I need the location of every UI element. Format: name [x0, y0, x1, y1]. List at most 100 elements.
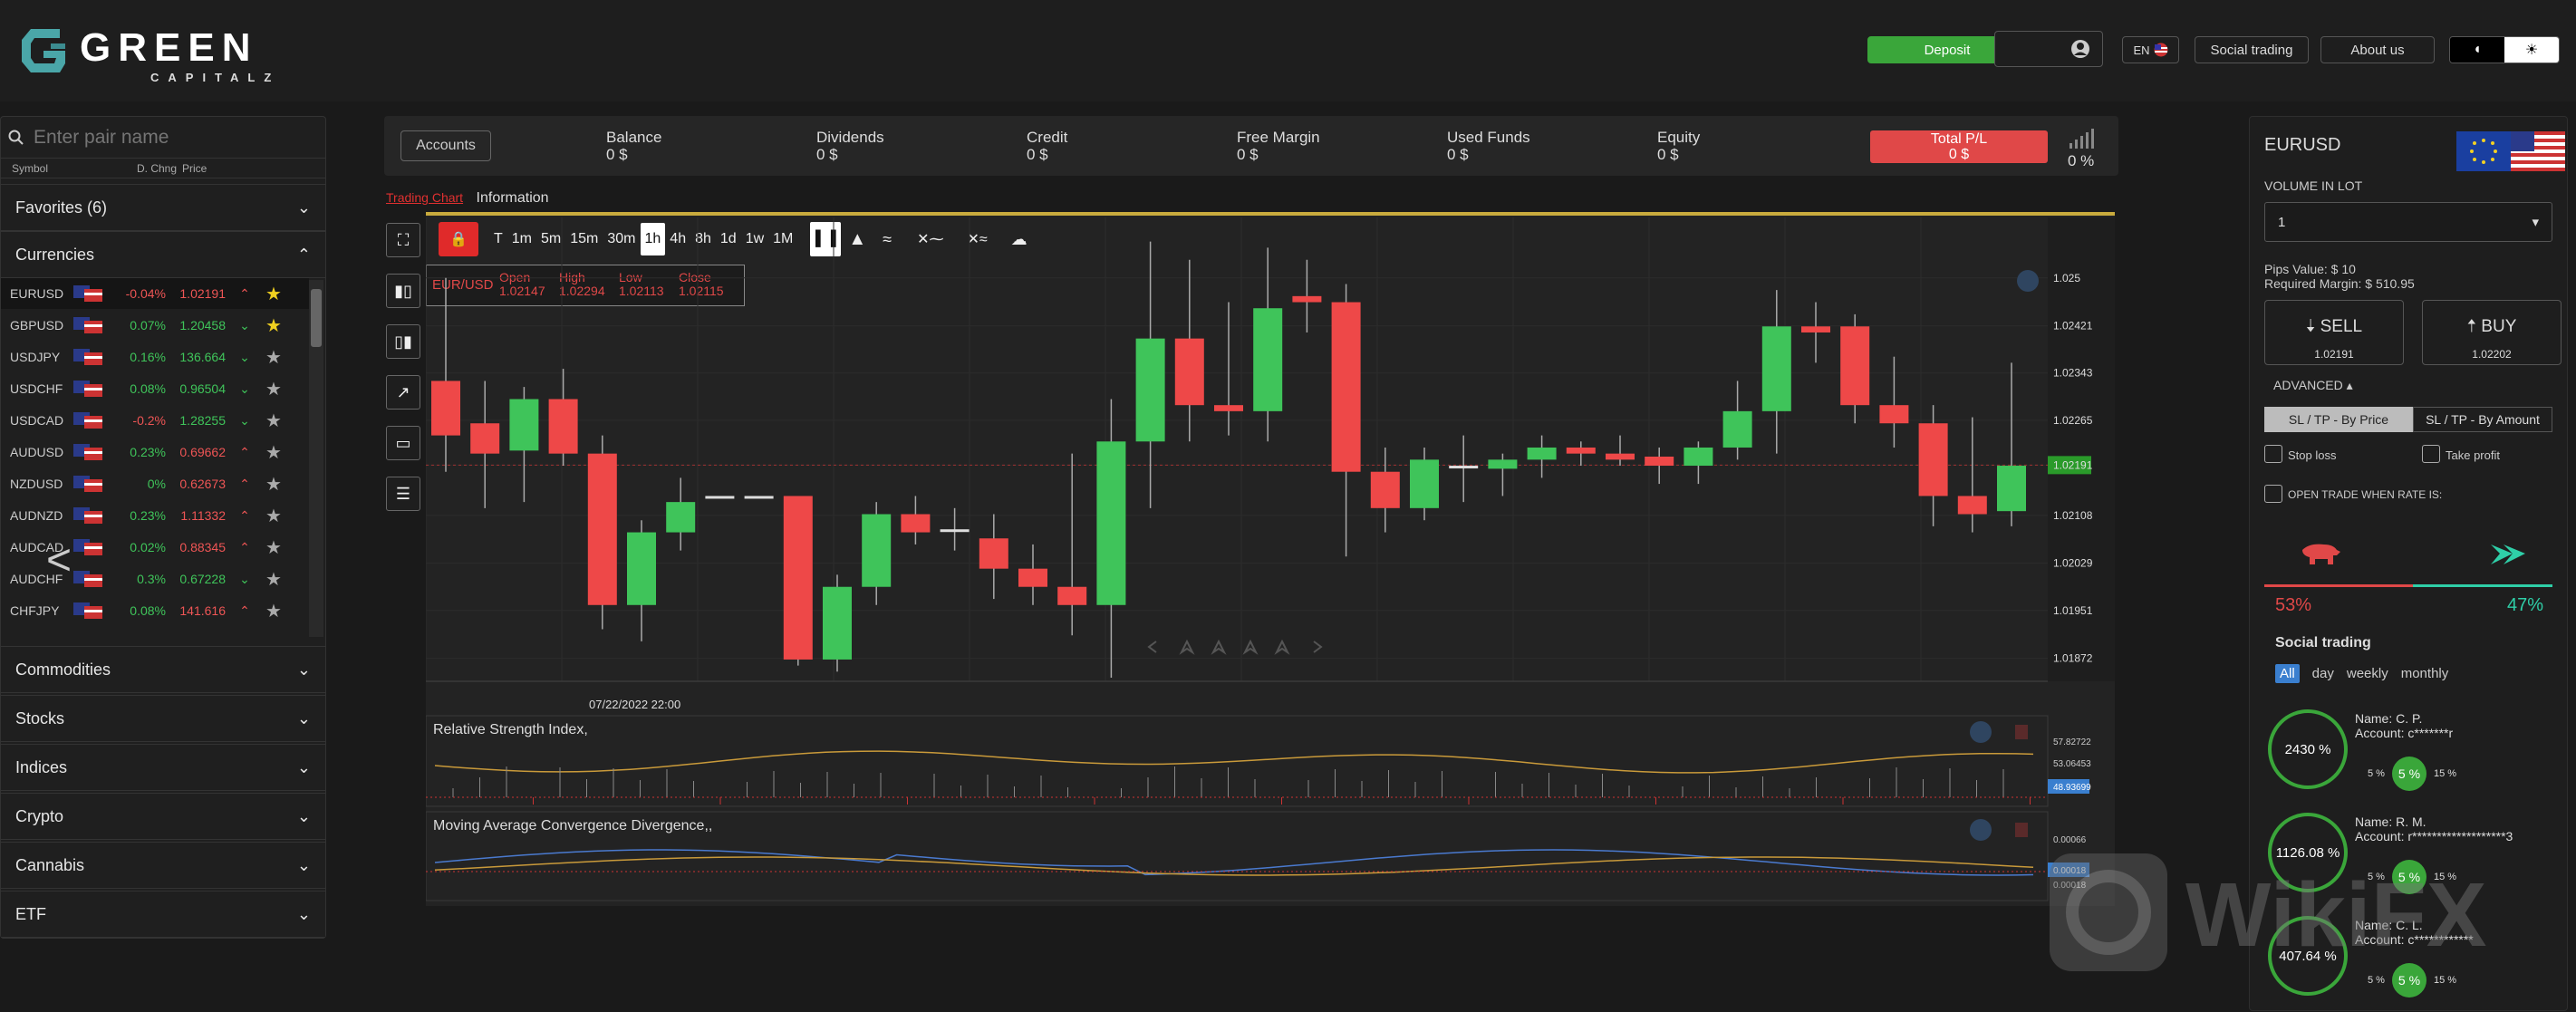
- tab-information[interactable]: Information: [477, 190, 549, 206]
- chart-nav-icons[interactable]: [1147, 639, 1323, 655]
- volume-select[interactable]: 1 ▾: [2264, 202, 2552, 242]
- rsi-delete-icon[interactable]: [2015, 725, 2028, 739]
- favorite-star-icon[interactable]: ★: [260, 346, 287, 369]
- candle[interactable]: [1684, 441, 1713, 485]
- tab-sltp-by-amount[interactable]: SL / TP - By Amount: [2413, 407, 2552, 432]
- rectangle-icon[interactable]: ▭: [386, 426, 420, 460]
- sell-button[interactable]: 🠣 SELL 1.02191: [2264, 300, 2404, 365]
- about-us-button[interactable]: About us: [2320, 36, 2435, 63]
- candle[interactable]: [705, 496, 735, 499]
- candle[interactable]: [823, 574, 852, 672]
- trendline-icon[interactable]: ↗: [386, 375, 420, 410]
- favorite-star-icon[interactable]: ★: [260, 600, 287, 622]
- candle[interactable]: [666, 477, 696, 551]
- group-etf[interactable]: ETF ⌄: [1, 891, 325, 938]
- moon-icon[interactable]: ◖: [2450, 37, 2504, 63]
- candle[interactable]: [1253, 247, 1283, 442]
- chevron-up-icon[interactable]: ⌃: [229, 603, 260, 619]
- chevron-up-icon[interactable]: ⌃: [229, 477, 260, 492]
- scrollbar-thumb[interactable]: [311, 289, 322, 347]
- social-trading-button[interactable]: Social trading: [2195, 36, 2309, 63]
- chevron-down-icon[interactable]: ⌄: [229, 572, 260, 587]
- candle[interactable]: [1096, 399, 1126, 678]
- theme-toggle[interactable]: ◖ ☀: [2449, 36, 2560, 63]
- candle[interactable]: [1174, 259, 1204, 442]
- candle[interactable]: [627, 520, 656, 641]
- favorite-star-icon[interactable]: ★: [260, 568, 287, 591]
- candle[interactable]: [783, 496, 813, 666]
- candle[interactable]: [587, 435, 617, 630]
- trader-card[interactable]: 2430 % Name: C. P. Account: c*******r 5 %…: [2268, 706, 2558, 805]
- rsi-settings-icon[interactable]: [1970, 721, 1992, 743]
- sun-icon[interactable]: ☀: [2504, 37, 2559, 63]
- pair-row-audusd[interactable]: AUDUSD 0.23% 0.69662 ⌃ ★: [1, 437, 309, 467]
- pair-row-usdjpy[interactable]: USDJPY 0.16% 136.664 ⌄ ★: [1, 342, 309, 372]
- candle[interactable]: [744, 496, 774, 499]
- candle[interactable]: [1449, 435, 1479, 503]
- favorite-star-icon[interactable]: ★: [260, 536, 287, 559]
- horizontal-lines-icon[interactable]: ☰: [386, 477, 420, 511]
- pair-search-input[interactable]: [34, 126, 305, 149]
- accounts-button[interactable]: Accounts: [400, 130, 491, 161]
- currencies-group[interactable]: Currencies ⌃: [1, 231, 325, 278]
- tab-trading-chart[interactable]: Trading Chart: [386, 190, 463, 205]
- candle[interactable]: [1840, 313, 1870, 424]
- candle[interactable]: [1410, 447, 1439, 521]
- candle[interactable]: [1997, 362, 2026, 526]
- chevron-up-icon[interactable]: ⌃: [229, 445, 260, 460]
- tab-monthly[interactable]: monthly: [2401, 664, 2449, 683]
- chevron-down-icon[interactable]: ⌄: [229, 350, 260, 365]
- favorite-star-icon[interactable]: ★: [260, 505, 287, 527]
- chevron-up-icon[interactable]: ⌃: [229, 508, 260, 524]
- chart-settings-icon[interactable]: [2017, 270, 2039, 292]
- candle[interactable]: [1722, 381, 1752, 460]
- tab-weekly[interactable]: weekly: [2347, 664, 2388, 683]
- candle[interactable]: [548, 369, 578, 467]
- candle[interactable]: [470, 381, 500, 508]
- pair-list-scrollbar[interactable]: [309, 280, 323, 637]
- group-cannabis[interactable]: Cannabis ⌄: [1, 842, 325, 889]
- tab-all[interactable]: All: [2275, 664, 2300, 683]
- pair-row-chfjpy[interactable]: CHFJPY 0.08% 141.616 ⌃ ★: [1, 595, 309, 626]
- candle[interactable]: [1135, 241, 1165, 508]
- candle[interactable]: [1879, 356, 1909, 448]
- fullscreen-icon[interactable]: ⛶: [386, 223, 420, 257]
- pair-row-gbpusd[interactable]: GBPUSD 0.07% 1.20458 ⌄ ★: [1, 310, 309, 341]
- chevron-left-icon[interactable]: <: [46, 535, 72, 585]
- macd-delete-icon[interactable]: [2015, 823, 2028, 837]
- candle[interactable]: [901, 496, 931, 545]
- take-profit-checkbox[interactable]: [2422, 445, 2440, 463]
- favorite-star-icon[interactable]: ★: [260, 410, 287, 432]
- candle[interactable]: [1801, 302, 1830, 363]
- language-selector[interactable]: EN: [2122, 36, 2179, 63]
- pair-row-usdchf[interactable]: USDCHF 0.08% 0.96504 ⌄ ★: [1, 373, 309, 404]
- candles-tool-icon[interactable]: ▮▯: [386, 274, 420, 308]
- stop-loss-checkbox[interactable]: [2264, 445, 2282, 463]
- candle[interactable]: [1292, 259, 1322, 333]
- chevron-down-icon[interactable]: ⌄: [229, 381, 260, 397]
- group-commodities[interactable]: Commodities ⌄: [1, 646, 325, 693]
- candle[interactable]: [431, 277, 460, 472]
- candle[interactable]: [1606, 435, 1635, 467]
- candle[interactable]: [862, 502, 892, 605]
- pair-row-nzdusd[interactable]: NZDUSD 0% 0.62673 ⌃ ★: [1, 468, 309, 499]
- candle[interactable]: [1527, 435, 1557, 478]
- favorites-group[interactable]: Favorites (6) ⌄: [1, 184, 325, 231]
- candle[interactable]: [1018, 544, 1047, 605]
- macd-settings-icon[interactable]: [1970, 819, 1992, 841]
- favorite-star-icon[interactable]: ★: [260, 473, 287, 496]
- candle[interactable]: [1566, 441, 1596, 467]
- pair-row-eurusd[interactable]: EURUSD -0.04% 1.02191 ⌃ ★: [1, 278, 309, 309]
- pair-row-usdcad[interactable]: USDCAD -0.2% 1.28255 ⌄ ★: [1, 405, 309, 436]
- account-button[interactable]: [1994, 31, 2103, 67]
- group-indices[interactable]: Indices ⌄: [1, 744, 325, 791]
- favorite-star-icon[interactable]: ★: [260, 283, 287, 305]
- candle[interactable]: [1370, 447, 1400, 533]
- candle[interactable]: [509, 387, 539, 503]
- candle[interactable]: [1214, 302, 1243, 436]
- advanced-toggle[interactable]: ADVANCED ▴: [2273, 378, 2353, 393]
- candle[interactable]: [1057, 453, 1087, 636]
- chevron-down-icon[interactable]: ⌄: [229, 413, 260, 429]
- bars-tool-icon[interactable]: ▯▮: [386, 324, 420, 359]
- open-when-checkbox[interactable]: [2264, 485, 2282, 503]
